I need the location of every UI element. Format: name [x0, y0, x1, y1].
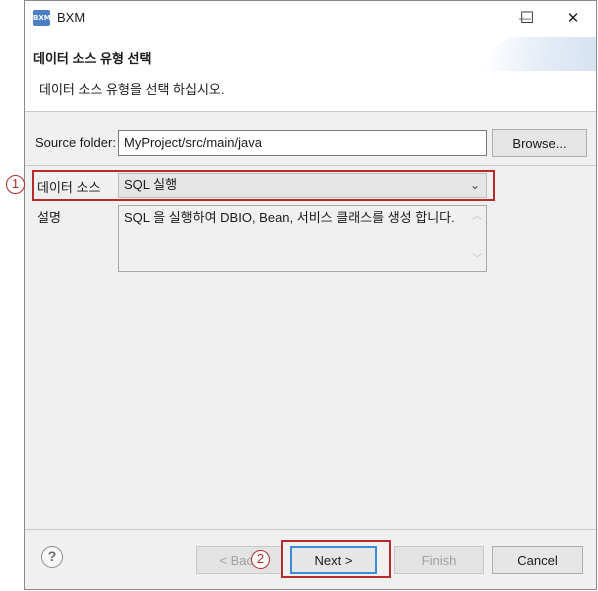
- callout-box-data-source: [32, 170, 495, 201]
- maximize-button[interactable]: ☐: [504, 1, 550, 35]
- window-title: BXM: [57, 10, 86, 25]
- callout-box-next: [281, 540, 391, 578]
- close-icon: ✕: [566, 10, 580, 27]
- description-label: 설명: [37, 210, 61, 225]
- help-icon[interactable]: ?: [41, 546, 63, 568]
- callout-number-1: 1: [6, 175, 25, 194]
- browse-button[interactable]: Browse...: [492, 129, 587, 157]
- finish-button[interactable]: Finish: [394, 546, 484, 574]
- page-subtitle: 데이터 소스 유형을 선택 하십시오.: [39, 82, 225, 97]
- scroll-up-icon[interactable]: ︿: [472, 209, 482, 225]
- page-title: 데이터 소스 유형 선택: [33, 51, 152, 66]
- header-banner-graphic: [486, 37, 596, 71]
- bxm-app-icon: BXM: [33, 10, 51, 26]
- close-button[interactable]: ✕: [550, 1, 596, 35]
- description-text-area: SQL 을 실행하여 DBIO, Bean, 서비스 클래스를 생성 합니다. …: [118, 205, 487, 272]
- cancel-button[interactable]: Cancel: [492, 546, 583, 574]
- form-divider: [25, 165, 596, 166]
- wizard-header: 데이터 소스 유형 선택 데이터 소스 유형을 선택 하십시오.: [25, 35, 596, 111]
- header-divider: [25, 111, 596, 112]
- callout-number-2: 2: [251, 550, 270, 569]
- source-folder-input[interactable]: MyProject/src/main/java: [118, 130, 487, 156]
- description-text: SQL 을 실행하여 DBIO, Bean, 서비스 클래스를 생성 합니다.: [124, 210, 455, 225]
- maximize-icon: ☐: [519, 10, 535, 27]
- footer-divider: [25, 529, 596, 530]
- wizard-window: BXM BXM — ☐ ✕ 데이터 소스 유형 선택 데이터 소스 유형을 선택…: [24, 0, 597, 590]
- source-folder-label: Source folder:: [35, 135, 116, 150]
- scroll-down-icon[interactable]: ﹀: [472, 252, 482, 268]
